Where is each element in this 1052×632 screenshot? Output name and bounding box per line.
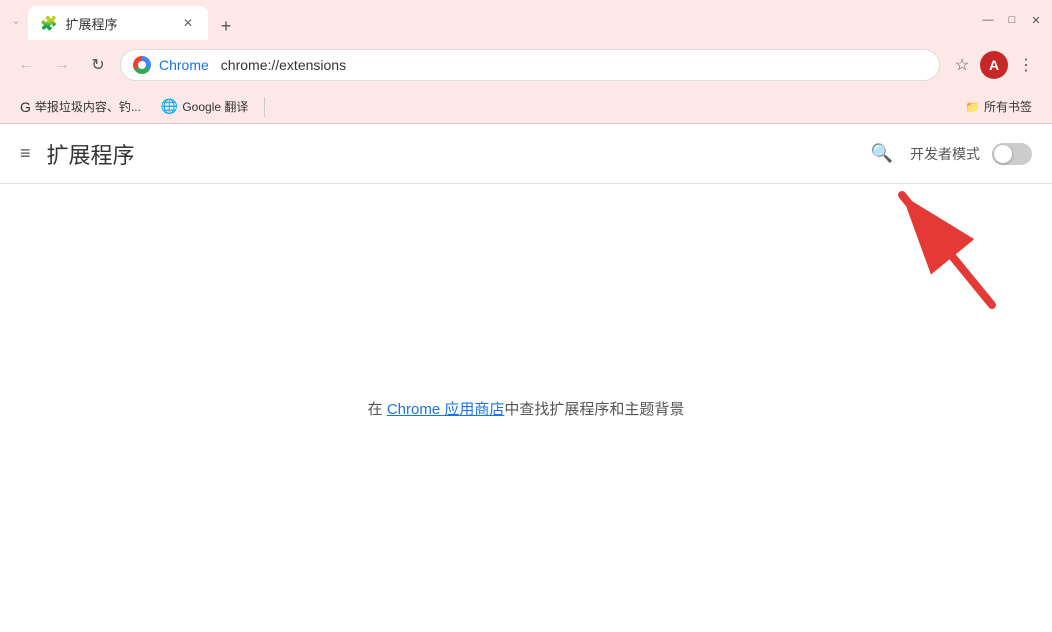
- forward-btn[interactable]: →: [48, 51, 76, 79]
- empty-state-text: 在 Chrome 应用商店中查找扩展程序和主题背景: [368, 398, 685, 419]
- address-bar[interactable]: Chrome chrome://extensions: [120, 49, 940, 81]
- nav-right: ☆ A ⋮: [948, 51, 1040, 79]
- ext-header-left: ≡ 扩展程序: [20, 138, 135, 170]
- bookmark-label-translate: Google 翻译: [182, 98, 248, 115]
- extensions-empty-state: 在 Chrome 应用商店中查找扩展程序和主题背景: [0, 184, 1052, 632]
- dev-mode-toggle[interactable]: [992, 143, 1032, 165]
- extensions-page: ≡ 扩展程序 🔍 开发者模式 在 Chrome 应用商店中查找扩展程序和主题背景: [0, 124, 1052, 632]
- empty-text-before: 在: [368, 401, 387, 418]
- back-btn[interactable]: ←: [12, 51, 40, 79]
- chrome-label: Chrome: [159, 57, 209, 73]
- all-bookmarks-label: 所有书签: [984, 98, 1032, 115]
- chrome-logo-icon: [133, 56, 151, 74]
- search-btn[interactable]: 🔍: [866, 138, 898, 170]
- new-tab-btn[interactable]: +: [212, 12, 240, 40]
- bookmarks-bar: G 举报垃圾内容、钓... 🌐 Google 翻译 📁 所有书签: [0, 90, 1052, 124]
- profile-avatar[interactable]: A: [980, 51, 1008, 79]
- tab-puzzle-icon: 🧩: [40, 15, 57, 32]
- refresh-btn[interactable]: ↻: [84, 51, 112, 79]
- google-icon: G: [20, 99, 31, 115]
- address-text: chrome://extensions: [221, 57, 346, 73]
- bookmarks-divider: [264, 97, 265, 117]
- bookmark-item-translate[interactable]: 🌐 Google 翻译: [153, 94, 256, 119]
- window-controls: — □ ✕: [980, 12, 1044, 28]
- tab-area: 🧩 扩展程序 ✕ +: [28, 0, 240, 40]
- restore-btn[interactable]: □: [1004, 12, 1020, 28]
- empty-text-after: 中查找扩展程序和主题背景: [504, 401, 684, 418]
- all-bookmarks-btn[interactable]: 📁 所有书签: [957, 94, 1040, 119]
- ext-header-right: 🔍 开发者模式: [866, 138, 1032, 170]
- tab-list-btn[interactable]: ⌄: [8, 12, 24, 28]
- chrome-store-link[interactable]: Chrome 应用商店: [387, 401, 505, 418]
- close-btn[interactable]: ✕: [1028, 12, 1044, 28]
- chrome-menu-btn[interactable]: ⋮: [1012, 51, 1040, 79]
- hamburger-menu-icon[interactable]: ≡: [20, 143, 31, 164]
- extensions-header: ≡ 扩展程序 🔍 开发者模式: [0, 124, 1052, 184]
- translate-icon: 🌐: [161, 98, 178, 115]
- folder-icon: 📁: [965, 100, 980, 114]
- title-bar: ⌄ 🧩 扩展程序 ✕ + — □ ✕: [0, 0, 1052, 40]
- tab-close-btn[interactable]: ✕: [180, 15, 196, 31]
- main-area: ≡ 扩展程序 🔍 开发者模式 在 Chrome 应用商店中查找扩展程序和主题背景: [0, 124, 1052, 632]
- active-tab[interactable]: 🧩 扩展程序 ✕: [28, 6, 208, 40]
- bookmark-star-icon[interactable]: ☆: [948, 51, 976, 79]
- tab-title: 扩展程序: [65, 14, 117, 33]
- bookmark-label-report: 举报垃圾内容、钓...: [35, 98, 141, 115]
- page-title: 扩展程序: [47, 138, 135, 170]
- minimize-btn[interactable]: —: [980, 12, 996, 28]
- title-bar-left: ⌄ 🧩 扩展程序 ✕ +: [8, 0, 240, 40]
- dev-mode-label: 开发者模式: [910, 144, 980, 164]
- nav-bar: ← → ↻ Chrome chrome://extensions ☆ A ⋮: [0, 40, 1052, 90]
- bookmark-item-report[interactable]: G 举报垃圾内容、钓...: [12, 94, 149, 119]
